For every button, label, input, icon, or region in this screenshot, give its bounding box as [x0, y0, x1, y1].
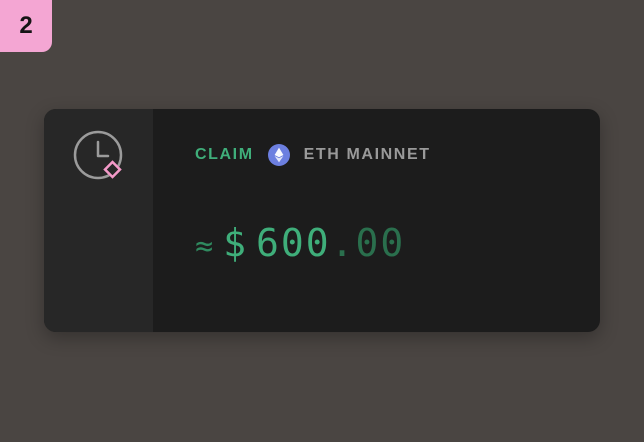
claim-amount: ≈ $ 600 .00 — [195, 221, 405, 265]
network-label: ETH MAINNET — [303, 146, 431, 163]
amount-decimal: .00 — [330, 221, 406, 265]
ethereum-icon — [267, 144, 290, 166]
clock-with-diamond-icon — [72, 129, 124, 181]
approx-symbol: ≈ — [195, 229, 214, 264]
amount-integer: 600 — [255, 221, 331, 265]
step-badge: 2 — [0, 0, 52, 52]
claim-card[interactable]: CLAIM ETH MAINNET ≈ $ 600 .00 — [44, 109, 600, 332]
claim-label: CLAIM — [195, 146, 254, 163]
step-number: 2 — [19, 12, 33, 39]
currency-symbol: $ — [223, 221, 246, 265]
card-content: CLAIM ETH MAINNET ≈ $ 600 .00 — [153, 109, 600, 332]
claim-meta: CLAIM ETH MAINNET — [195, 144, 431, 166]
card-icon-rail — [44, 109, 153, 332]
